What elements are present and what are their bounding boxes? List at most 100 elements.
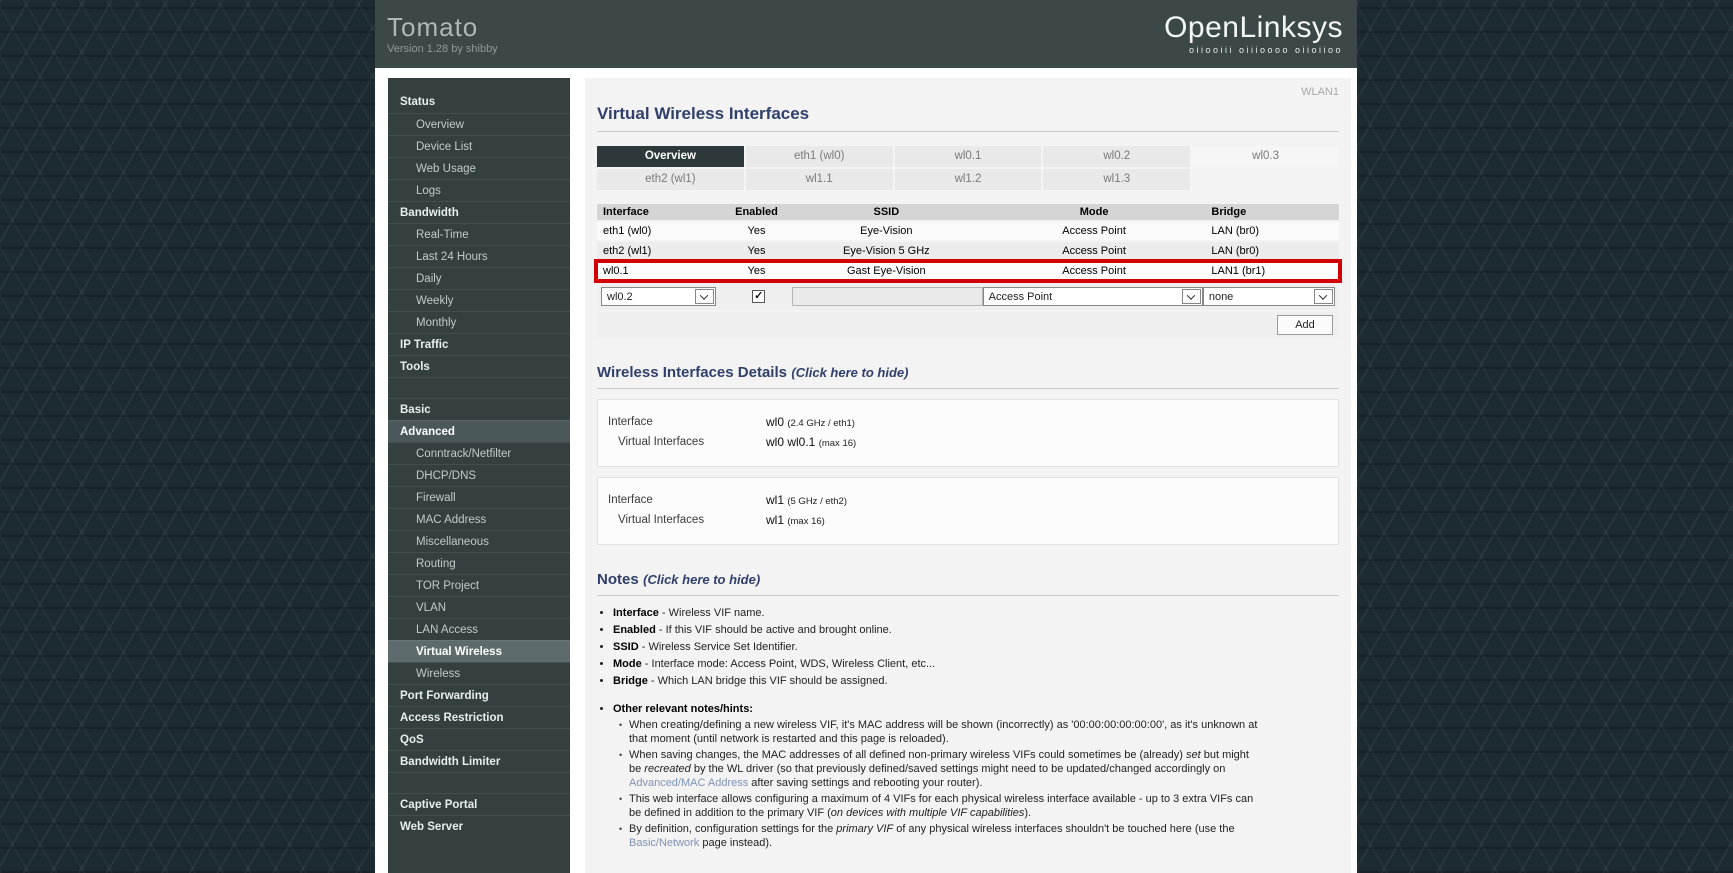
sidebar-item-tools[interactable]: Tools — [388, 355, 570, 377]
sidebar-item-logs[interactable]: Logs — [388, 179, 570, 201]
table-cell: Access Point — [983, 242, 1206, 260]
ssid-input[interactable] — [792, 287, 983, 306]
sidebar-item-qos[interactable]: QoS — [388, 728, 570, 750]
sidebar-item-status[interactable]: Status — [388, 91, 570, 113]
sidebar-item-monthly[interactable]: Monthly — [388, 311, 570, 333]
detail-value: wl1 (max 16) — [766, 511, 825, 531]
hints-title: Other relevant notes/hints: — [613, 703, 753, 715]
sidebar-item-miscellaneous[interactable]: Miscellaneous — [388, 530, 570, 552]
note-hint-1: When creating/defining a new wireless VI… — [619, 718, 1259, 746]
sidebar-item-last-24-hours[interactable]: Last 24 Hours — [388, 245, 570, 267]
notes-title: Notes — [597, 571, 639, 588]
table-cell: Access Point — [983, 222, 1206, 240]
sidebar-item-virtual-wireless[interactable]: Virtual Wireless — [388, 640, 570, 662]
notes-hints-outer: Other relevant notes/hints: When creatin… — [613, 702, 1339, 850]
brand-title: Tomato — [387, 14, 498, 40]
detail-value: wl0 wl0.1 (max 16) — [766, 433, 856, 453]
note-hint-2: When saving changes, the MAC addresses o… — [619, 748, 1259, 790]
table-cell: Yes — [723, 222, 790, 240]
sidebar-item-routing[interactable]: Routing — [388, 552, 570, 574]
sidebar-item-device-list[interactable]: Device List — [388, 135, 570, 157]
sidebar-item-real-time[interactable]: Real-Time — [388, 223, 570, 245]
notes-hints-list: When creating/defining a new wireless VI… — [619, 718, 1339, 850]
note-link-advanced-mac-address[interactable]: Advanced/MAC Address — [629, 777, 748, 789]
sidebar-item-captive-portal[interactable]: Captive Portal — [388, 793, 570, 815]
details-toggle-link[interactable]: (Click here to hide) — [791, 365, 908, 380]
note-text: on devices with multiple VIF capabilitie… — [831, 807, 1025, 819]
note-link-basic-network[interactable]: Basic/Network — [629, 837, 699, 849]
sidebar-item-dhcp-dns[interactable]: DHCP/DNS — [388, 464, 570, 486]
note-definition-ssid: SSID - Wireless Service Set Identifier. — [613, 640, 1339, 654]
note-text: page instead). — [699, 837, 772, 849]
sidebar-item-vlan[interactable]: VLAN — [388, 596, 570, 618]
tab-empty-cell — [1192, 169, 1339, 190]
sidebar-item-bandwidth-limiter[interactable]: Bandwidth Limiter — [388, 750, 570, 772]
main-panel: WLAN1 Virtual Wireless Interfaces Overvi… — [585, 78, 1351, 873]
tab-wl0-1[interactable]: wl0.1 — [895, 146, 1042, 167]
column-header-enabled: Enabled — [723, 204, 790, 220]
sidebar-item-lan-access[interactable]: LAN Access — [388, 618, 570, 640]
table-cell: LAN (br0) — [1205, 222, 1339, 240]
table-cell: Gast Eye-Vision — [790, 262, 983, 280]
note-definition-bridge: Bridge - Which LAN bridge this VIF shoul… — [613, 674, 1339, 688]
sidebar-item-daily[interactable]: Daily — [388, 267, 570, 289]
sidebar-item-mac-address[interactable]: MAC Address — [388, 508, 570, 530]
interface-select[interactable]: wl0.2 — [601, 287, 716, 306]
chevron-down-icon — [1314, 289, 1333, 304]
sidebar-item-web-server[interactable]: Web Server — [388, 815, 570, 837]
notes-toggle-link[interactable]: (Click here to hide) — [643, 572, 760, 587]
note-text: after saving settings and rebooting your… — [748, 777, 982, 789]
note-hint-3: This web interface allows configuring a … — [619, 792, 1259, 820]
detail-label: Interface — [608, 413, 766, 433]
tab-eth1-wl0[interactable]: eth1 (wl0) — [746, 146, 893, 167]
sidebar-item-access-restriction[interactable]: Access Restriction — [388, 706, 570, 728]
note-text: of any physical wireless interfaces shou… — [893, 823, 1234, 835]
sidebar-item-wireless[interactable]: Wireless — [388, 662, 570, 684]
table-cell: eth2 (wl1) — [597, 242, 723, 260]
sidebar-item-bandwidth[interactable]: Bandwidth — [388, 201, 570, 223]
logo-block: OpenLinksys oiiooiii oiiioooo oiioiioo — [1164, 13, 1343, 55]
detail-value: wl0 (2.4 GHz / eth1) — [766, 413, 855, 433]
tab-eth2-wl1[interactable]: eth2 (wl1) — [597, 169, 744, 190]
note-text: by the WL driver (so that previously def… — [691, 763, 1226, 775]
sidebar-item-ip-traffic[interactable]: IP Traffic — [388, 333, 570, 355]
vif-table-head: InterfaceEnabledSSIDModeBridge — [597, 204, 1339, 220]
detail-box-wl0: Interfacewl0 (2.4 GHz / eth1)Virtual Int… — [597, 399, 1339, 467]
sidebar-item-tor-project[interactable]: TOR Project — [388, 574, 570, 596]
add-button[interactable]: Add — [1277, 315, 1333, 335]
vif-table: InterfaceEnabledSSIDModeBridge eth1 (wl0… — [597, 204, 1339, 338]
note-text: ). — [1024, 807, 1031, 819]
sidebar: StatusOverviewDevice ListWeb UsageLogsBa… — [388, 78, 570, 873]
sidebar-item-firewall[interactable]: Firewall — [388, 486, 570, 508]
sidebar-item-web-usage[interactable]: Web Usage — [388, 157, 570, 179]
enabled-checkbox[interactable]: ✓ — [752, 290, 765, 303]
tab-wl1-1[interactable]: wl1.1 — [746, 169, 893, 190]
table-cell: eth1 (wl0) — [597, 222, 723, 240]
table-cell: Eye-Vision — [790, 222, 983, 240]
bridge-select[interactable]: none — [1203, 287, 1335, 306]
tab-wl1-2[interactable]: wl1.2 — [895, 169, 1042, 190]
tab-wl1-3[interactable]: wl1.3 — [1043, 169, 1190, 190]
sidebar-item-port-forwarding[interactable]: Port Forwarding — [388, 684, 570, 706]
column-header-mode: Mode — [983, 204, 1206, 220]
sidebar-item-overview[interactable]: Overview — [388, 113, 570, 135]
note-text: primary VIF — [836, 823, 893, 835]
note-text: By definition, configuration settings fo… — [629, 823, 836, 835]
tab-wl0-3[interactable]: wl0.3 — [1192, 146, 1339, 167]
table-cell: Yes — [723, 242, 790, 260]
note-text: recreated — [644, 763, 690, 775]
notes-body: Interface - Wireless VIF name.Enabled - … — [597, 606, 1339, 850]
interface-select-value: wl0.2 — [602, 291, 694, 303]
tab-overview[interactable]: Overview — [597, 146, 744, 167]
chevron-down-icon — [695, 289, 714, 304]
sidebar-item-conntrack-netfilter[interactable]: Conntrack/Netfilter — [388, 442, 570, 464]
sidebar-item-basic[interactable]: Basic — [388, 398, 570, 420]
note-definition-mode: Mode - Interface mode: Access Point, WDS… — [613, 657, 1339, 671]
mode-select[interactable]: Access Point — [983, 287, 1203, 306]
sidebar-item-advanced[interactable]: Advanced — [388, 420, 570, 442]
tab-wl0-2[interactable]: wl0.2 — [1043, 146, 1190, 167]
sidebar-gap — [388, 772, 570, 793]
sidebar-item-weekly[interactable]: Weekly — [388, 289, 570, 311]
detail-value: wl1 (5 GHz / eth2) — [766, 491, 847, 511]
column-header-ssid: SSID — [790, 204, 983, 220]
